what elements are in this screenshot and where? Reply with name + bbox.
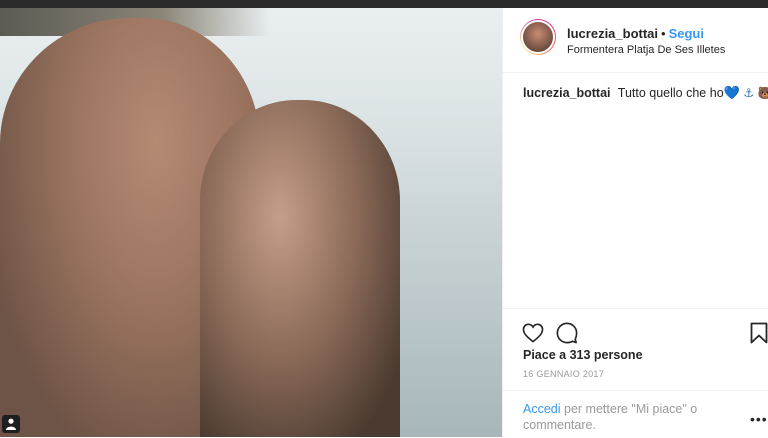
caption-username[interactable]: lucrezia_bottai bbox=[523, 86, 611, 100]
heart-icon bbox=[522, 323, 544, 343]
post-photo[interactable] bbox=[0, 8, 502, 437]
separator-dot: • bbox=[661, 26, 666, 41]
anchor-emoji: ⚓ bbox=[743, 86, 755, 100]
comment-icon bbox=[556, 322, 578, 344]
caption: lucrezia_bottai Tutto quello che ho💙 ⚓ 🐻 bbox=[523, 85, 768, 101]
follow-button[interactable]: Segui bbox=[669, 26, 704, 41]
like-button[interactable] bbox=[521, 321, 545, 345]
top-band bbox=[0, 0, 768, 8]
avatar-image bbox=[521, 20, 555, 54]
save-button[interactable] bbox=[747, 321, 768, 345]
bookmark-icon bbox=[750, 322, 768, 344]
username-link[interactable]: lucrezia_bottai bbox=[567, 26, 658, 41]
bear-emoji: 🐻 bbox=[757, 86, 768, 100]
action-bar bbox=[503, 308, 768, 353]
login-text-block: Accedi per mettere "Mi piace" o commenta… bbox=[523, 401, 723, 433]
tagged-user-icon[interactable] bbox=[2, 415, 20, 433]
post-sidebar: lucrezia_bottai • Segui Formentera Platja … bbox=[502, 8, 768, 437]
comment-button[interactable] bbox=[555, 321, 579, 345]
post-date: 16 GENNAIO 2017 bbox=[523, 369, 605, 379]
post-header: lucrezia_bottai • Segui Formentera Platja … bbox=[503, 8, 768, 73]
user-line: lucrezia_bottai • Segui bbox=[567, 26, 704, 41]
more-options-button[interactable]: ••• bbox=[750, 411, 768, 427]
heart-emoji: 💙 bbox=[723, 85, 740, 100]
location-link[interactable]: Formentera Platja De Ses Illetes bbox=[567, 44, 725, 56]
login-prompt: Accedi per mettere "Mi piace" o commenta… bbox=[503, 390, 768, 438]
likes-count[interactable]: Piace a 313 persone bbox=[523, 348, 643, 362]
photo-person-right bbox=[200, 100, 400, 437]
user-icon bbox=[6, 418, 16, 430]
caption-text: Tutto quello che ho bbox=[617, 86, 724, 100]
login-link[interactable]: Accedi bbox=[523, 402, 561, 416]
avatar[interactable] bbox=[520, 19, 556, 55]
